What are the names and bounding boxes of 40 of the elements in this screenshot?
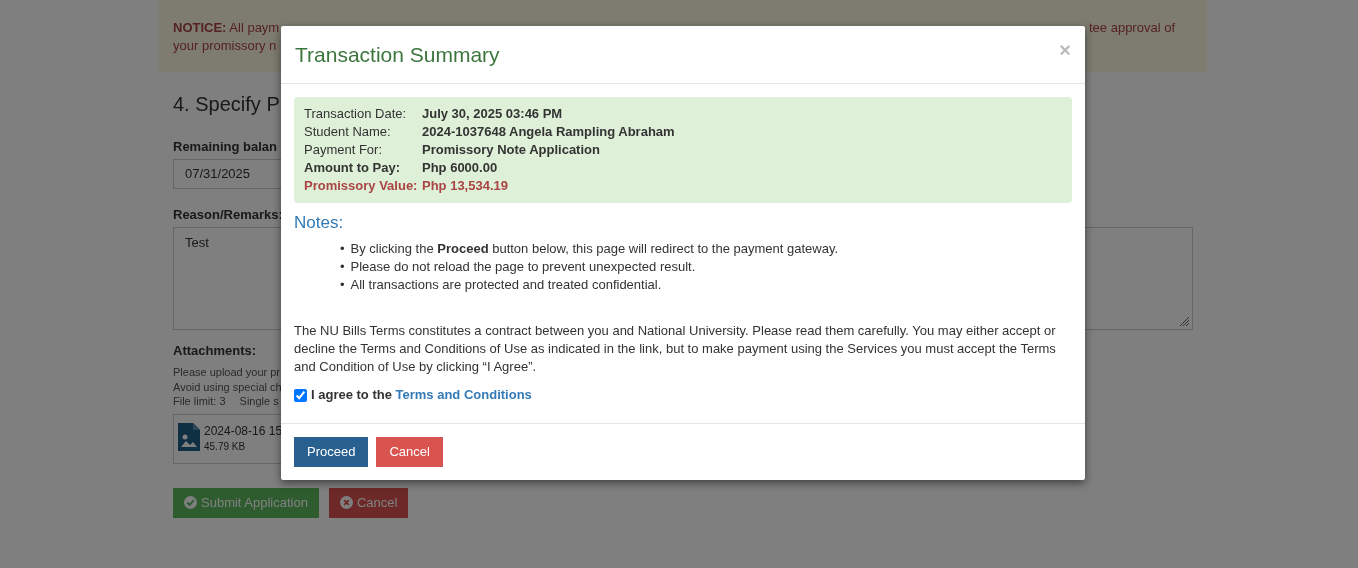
summary-label: Transaction Date:: [304, 105, 408, 123]
terms-text: The NU Bills Terms constitutes a contract between you and National University. Please read them carefully. You may either accept or decline the Terms and Conditions of Use as indicated in the link, but to make payment using the Services you must accept the Terms and Condition of Use by clicking “I Agree”.: [294, 322, 1057, 376]
image-file-icon: [178, 422, 200, 451]
agree-label: I agree to the Terms and Conditions: [311, 386, 532, 404]
section-title: 4. Specify P: [173, 92, 280, 116]
note-item: All transactions are protected and treated confidential.: [350, 276, 662, 294]
cancel-button[interactable]: Cancel: [328, 487, 409, 518]
summary-value: Php 13,534.19: [422, 177, 508, 195]
notice-text: NOTICE: All paym: [173, 19, 280, 37]
attachments-label: Attachments:: [173, 342, 257, 360]
field-label: Reason/Remarks:: [173, 206, 283, 224]
summary-value: July 30, 2025 03:46 PM: [422, 105, 563, 123]
resize-grip-icon[interactable]: [1179, 316, 1190, 327]
summary-label: Payment For:: [304, 141, 384, 159]
hint-text: Please upload your pr: [173, 365, 280, 380]
file-size: 45.79 KB: [204, 439, 246, 454]
notice-text: your promissory n: [173, 38, 277, 53]
check-circle-icon: [184, 496, 197, 509]
notes-heading: Notes:: [294, 213, 344, 233]
hint-text: File limit: 3: [173, 394, 226, 409]
modal-title: Transaction Summary: [295, 42, 500, 67]
note-item: By clicking the Proceed button below, this page will redirect to the payment gateway.: [350, 240, 839, 258]
agree-checkbox[interactable]: [294, 388, 307, 402]
field-label: Remaining balan: [173, 138, 278, 156]
summary-value: Promissory Note Application: [422, 141, 600, 159]
proceed-button[interactable]: Proceed: [294, 437, 369, 467]
bullet: •: [340, 258, 345, 276]
summary-value: Php 6000.00: [422, 159, 498, 177]
terms-link[interactable]: Terms and Conditions: [395, 387, 532, 402]
submit-button[interactable]: Submit Application: [173, 487, 319, 518]
hint-text: Avoid using special ch: [173, 379, 282, 394]
hint-text: Single s: [239, 394, 279, 409]
notice-text: tee approval of: [1089, 19, 1175, 37]
close-circle-icon: [339, 496, 353, 509]
summary-label: Student Name:: [304, 123, 392, 141]
cancel-button[interactable]: Cancel: [376, 437, 443, 467]
summary-value: 2024-1037648 Angela Rampling Abraham: [422, 123, 675, 141]
bullet: •: [340, 240, 345, 258]
bullet: •: [340, 276, 345, 294]
note-item: Please do not reload the page to prevent unexpected result.: [350, 258, 696, 276]
